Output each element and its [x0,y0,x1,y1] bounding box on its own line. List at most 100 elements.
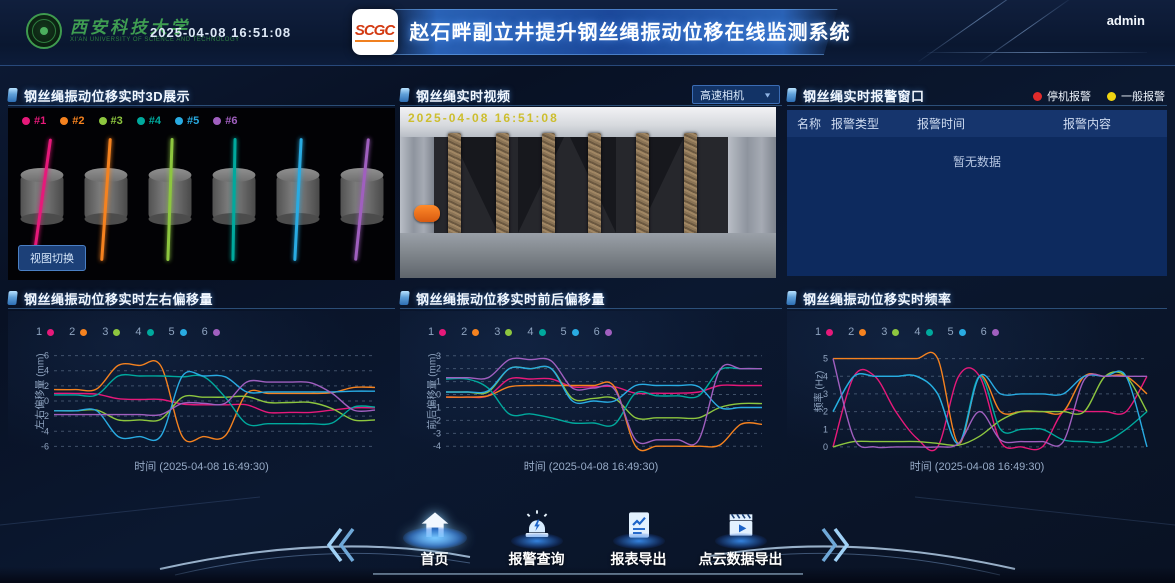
rope-unit [340,138,383,263]
university-logo-icon [26,13,62,49]
panel-title: 钢丝绳振动位移实时3D展示 [24,86,190,105]
footer-base-band [0,567,1175,583]
wire-rope [542,133,555,237]
camera-select-value: 高速相机 [700,87,744,103]
nav-glow [403,527,467,549]
y-axis-label: 频率 (Hz) [811,327,826,457]
panel-alarm-window: 钢丝绳实时报警窗口 停机报警一般报警 名称 报警类型 报警时间 报警内容 暂无数… [787,85,1167,280]
panel-title-icon [786,291,796,305]
chevron-down-icon: ▼ [763,91,772,99]
empty-state-text: 暂无数据 [787,153,1167,170]
col-type: 报警类型 [831,115,917,132]
header-datetime: 2025-04-08 16:51:08 [150,25,291,40]
nav-next-icon[interactable] [819,523,853,567]
panel-title-icon [7,88,17,102]
nav-glow [511,533,563,549]
line-chart: 6420-2-4-6 [26,342,381,460]
panel-title: 钢丝绳实时报警窗口 [803,86,925,105]
nav-prev-icon[interactable] [323,523,357,567]
nav-item-home[interactable]: 首页 [391,507,479,569]
nav-item-label: 点云数据导出 [699,549,783,569]
x-axis-label: 时间 (2025-04-08 16:49:30) [400,458,782,474]
panel-title: 钢丝绳振动位移实时左右偏移量 [24,289,213,308]
rope-line [231,138,236,261]
view-switch-button[interactable]: 视图切换 [18,245,86,271]
legend-item[interactable]: 5 [169,326,187,338]
legend-item[interactable]: 3 [102,326,120,338]
legend-item[interactable]: 3 [494,326,512,338]
chart-legend: 123456 [428,326,612,338]
panel-title-icon [399,291,409,305]
legend-item[interactable]: #2 [60,115,84,127]
legend-item[interactable]: #3 [99,115,123,127]
panel-chart-fb-offset: 钢丝绳振动位移实时前后偏移量 123456 3210-1-2-3-4 前后偏移量… [400,288,782,480]
scgc-logo-text: SCGC [355,22,394,42]
legend-item[interactable]: 4 [135,326,153,338]
chart-legend: 123456 [36,326,220,338]
legend-item[interactable]: #5 [175,115,199,127]
line-chart: 3210-1-2-3-4 [418,342,768,460]
panel-3d-display: 钢丝绳振动位移实时3D展示 #1 #2 #3 #4 #5 #6 视图切换 [8,85,395,280]
3d-view[interactable]: #1 #2 #3 #4 #5 #6 视图切换 [8,108,395,280]
legend-item[interactable]: 2 [69,326,87,338]
nav-item-report[interactable]: 报表导出 [595,507,683,569]
video-timestamp: 2025-04-08 16:51:08 [408,111,559,125]
nav-item-label: 报警查询 [509,549,565,569]
legend-item[interactable]: #6 [213,115,237,127]
legend-item[interactable]: 6 [594,326,612,338]
pillar [728,137,776,233]
video-machinery-band [400,137,776,233]
alarm-legend-item: 一般报警 [1107,88,1165,104]
panel-title: 钢丝绳实时视频 [416,86,511,105]
legend-item[interactable]: 2 [461,326,479,338]
legend-item[interactable]: #1 [22,115,46,127]
legend-item[interactable]: 3 [881,326,899,338]
legend-item[interactable]: 4 [527,326,545,338]
legend-item[interactable]: 2 [848,326,866,338]
nav-glow [613,533,665,549]
panel-header: 钢丝绳实时视频 高速相机 ▼ [400,85,782,106]
panel-title-icon [786,88,796,102]
wire-rope [636,133,649,237]
legend-item[interactable]: 4 [914,326,932,338]
alarm-legend: 停机报警一般报警 [1033,88,1165,104]
camera-select[interactable]: 高速相机 ▼ [692,85,780,104]
rope-unit [148,138,191,263]
y-axis-label: 前后偏移量 (mm) [424,327,439,457]
username[interactable]: admin [1107,13,1145,28]
wedge-shadow [518,137,564,233]
panel-chart-frequency: 钢丝绳振动位移实时频率 123456 543210 频率 (Hz) 时间 (20… [787,288,1167,480]
legend-item[interactable]: 5 [561,326,579,338]
video-floor-band [400,233,776,278]
col-time: 报警时间 [917,115,1063,132]
legend-item[interactable]: 5 [948,326,966,338]
legend-item[interactable]: 6 [981,326,999,338]
legend-item[interactable]: 6 [202,326,220,338]
bottom-nav: 首页 报警查询 报表导出点云数据导出 [317,507,859,575]
page-title: 赵石畔副立井提升钢丝绳振动位移在线监测系统 [410,6,851,58]
rope-unit [212,138,255,263]
header: 西安科技大学 XI'AN UNIVERSITY OF SCIENCE AND T… [0,0,1175,66]
orange-sensor [414,205,440,222]
alarm-table-header: 名称 报警类型 报警时间 报警内容 [787,110,1167,137]
panel-title-icon [399,88,409,102]
nav-item-export-video[interactable]: 点云数据导出 [697,507,785,569]
line-chart: 543210 [805,342,1153,460]
panel-title: 钢丝绳振动位移实时前后偏移量 [416,289,605,308]
wire-rope [496,133,509,237]
legend-item[interactable]: #4 [137,115,161,127]
wire-rope [684,133,697,237]
panel-title: 钢丝绳振动位移实时频率 [803,289,952,308]
rope-unit [276,138,319,263]
nav-items: 首页 报警查询 报表导出点云数据导出 [373,507,803,575]
panel-header: 钢丝绳振动位移实时3D展示 [8,85,395,106]
dashboard: 西安科技大学 XI'AN UNIVERSITY OF SCIENCE AND T… [0,0,1175,583]
nav-item-alarm[interactable]: 报警查询 [493,507,581,569]
col-content: 报警内容 [1063,115,1167,132]
header-decor-line [927,52,1147,53]
p3d-legend: #1 #2 #3 #4 #5 #6 [22,115,238,127]
panel-chart-lr-offset: 钢丝绳振动位移实时左右偏移量 123456 6420-2-4-6 左右偏移量 (… [8,288,395,480]
col-name: 名称 [797,115,831,132]
nav-item-label: 首页 [421,549,449,569]
rope-unit [84,138,127,263]
